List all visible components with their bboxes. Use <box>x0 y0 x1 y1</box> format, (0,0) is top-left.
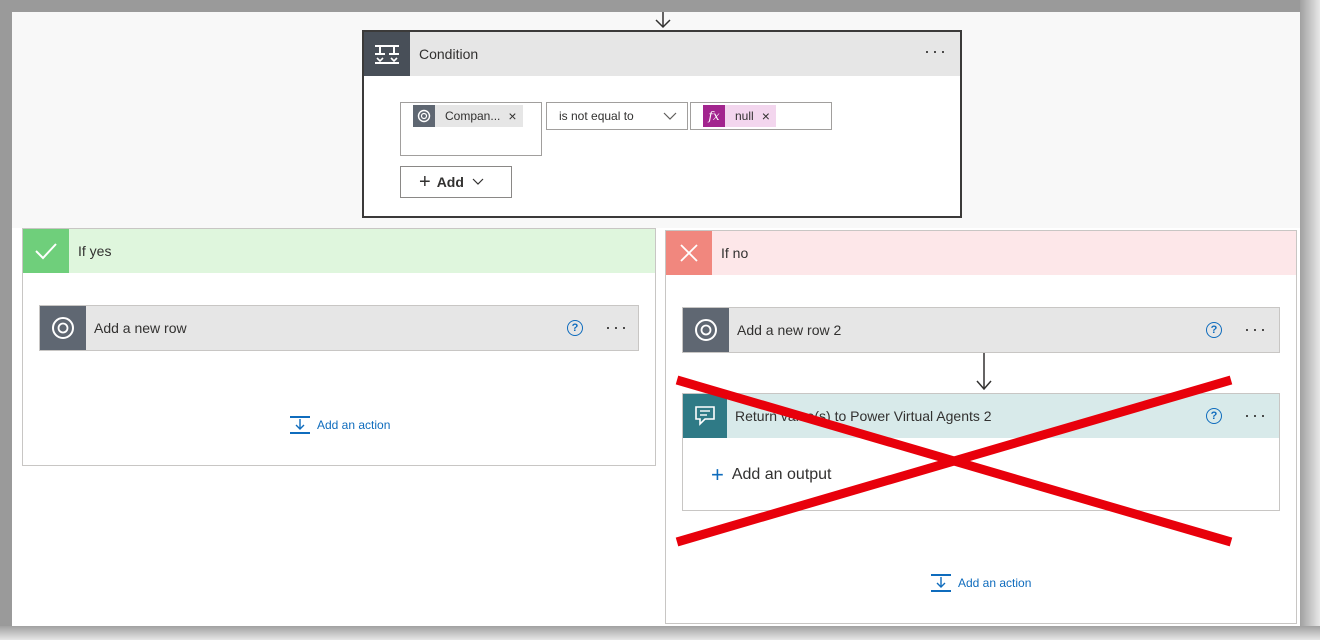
frame-border-bottom <box>0 626 1320 640</box>
frame-border-right <box>1300 0 1320 640</box>
help-icon[interactable]: ? <box>567 320 583 336</box>
if-no-header[interactable]: If no <box>666 231 1296 275</box>
expression-label: null <box>735 109 754 123</box>
add-new-row-card[interactable]: Add a new row ? ··· <box>39 305 639 351</box>
action-title: Return value(s) to Power Virtual Agents … <box>735 408 992 424</box>
add-an-action-link[interactable]: Add an action <box>930 573 1031 593</box>
expression-token[interactable]: fx null × <box>703 105 776 127</box>
help-icon[interactable]: ? <box>1206 322 1222 338</box>
return-values-pva-card[interactable]: Return value(s) to Power Virtual Agents … <box>682 393 1280 511</box>
screenshot-frame: Condition ··· Compan... × is not equal t… <box>0 0 1320 640</box>
token-remove-button[interactable]: × <box>508 108 522 124</box>
plus-icon: + <box>419 171 431 193</box>
plus-icon: + <box>711 462 724 487</box>
add-output-button[interactable]: + Add an output <box>711 464 832 486</box>
add-output-label: Add an output <box>731 466 832 483</box>
pva-card-header[interactable]: Return value(s) to Power Virtual Agents … <box>683 394 1279 438</box>
pva-icon <box>683 394 727 438</box>
condition-more-button[interactable]: ··· <box>924 42 948 60</box>
dynamic-content-token[interactable]: Compan... × <box>413 105 523 127</box>
frame-border-top <box>0 0 1320 12</box>
action-more-button[interactable]: ··· <box>1244 406 1268 424</box>
connector-arrow-icon <box>976 353 992 391</box>
action-title: Add a new row <box>94 320 187 336</box>
fx-icon: fx <box>703 105 725 127</box>
add-action-icon <box>931 574 951 592</box>
dataverse-icon <box>413 105 435 127</box>
expression-remove-button[interactable]: × <box>762 108 776 124</box>
if-no-branch: If no Add a new row 2 ? ··· Return value… <box>665 230 1297 624</box>
condition-card[interactable]: Condition ··· Compan... × is not equal t… <box>362 30 962 218</box>
action-title: Add a new row 2 <box>737 322 842 338</box>
flow-canvas: Condition ··· Compan... × is not equal t… <box>12 12 1300 626</box>
add-action-label: Add an action <box>317 418 391 432</box>
condition-right-operand[interactable]: fx null × <box>690 102 832 130</box>
add-condition-button[interactable]: + Add <box>400 166 512 198</box>
if-no-title: If no <box>721 245 749 261</box>
if-yes-title: If yes <box>78 243 112 259</box>
add-button-label: Add <box>436 174 464 190</box>
add-action-label: Add an action <box>958 576 1032 590</box>
operator-value: is not equal to <box>559 109 634 123</box>
check-icon <box>23 229 69 273</box>
chevron-down-icon <box>472 178 484 185</box>
add-an-action-link[interactable]: Add an action <box>289 415 390 435</box>
dataverse-icon <box>683 308 729 352</box>
incoming-arrow-icon <box>655 12 671 29</box>
condition-icon <box>364 32 410 76</box>
help-icon[interactable]: ? <box>1206 408 1222 424</box>
cross-icon <box>666 231 712 275</box>
chevron-down-icon <box>663 112 677 120</box>
action-more-button[interactable]: ··· <box>605 318 629 336</box>
token-label: Compan... <box>445 109 501 123</box>
add-new-row-2-card[interactable]: Add a new row 2 ? ··· <box>682 307 1280 353</box>
frame-border-left <box>0 0 12 640</box>
action-more-button[interactable]: ··· <box>1244 320 1268 338</box>
if-yes-header[interactable]: If yes <box>23 229 655 273</box>
if-yes-branch: If yes Add a new row ? ··· Add an action <box>22 228 656 466</box>
condition-left-operand[interactable]: Compan... × <box>400 102 542 156</box>
condition-header[interactable]: Condition ··· <box>364 32 960 76</box>
condition-title: Condition <box>419 46 479 62</box>
add-action-icon <box>290 416 310 434</box>
operator-select[interactable]: is not equal to <box>546 102 688 130</box>
dataverse-icon <box>40 306 86 350</box>
